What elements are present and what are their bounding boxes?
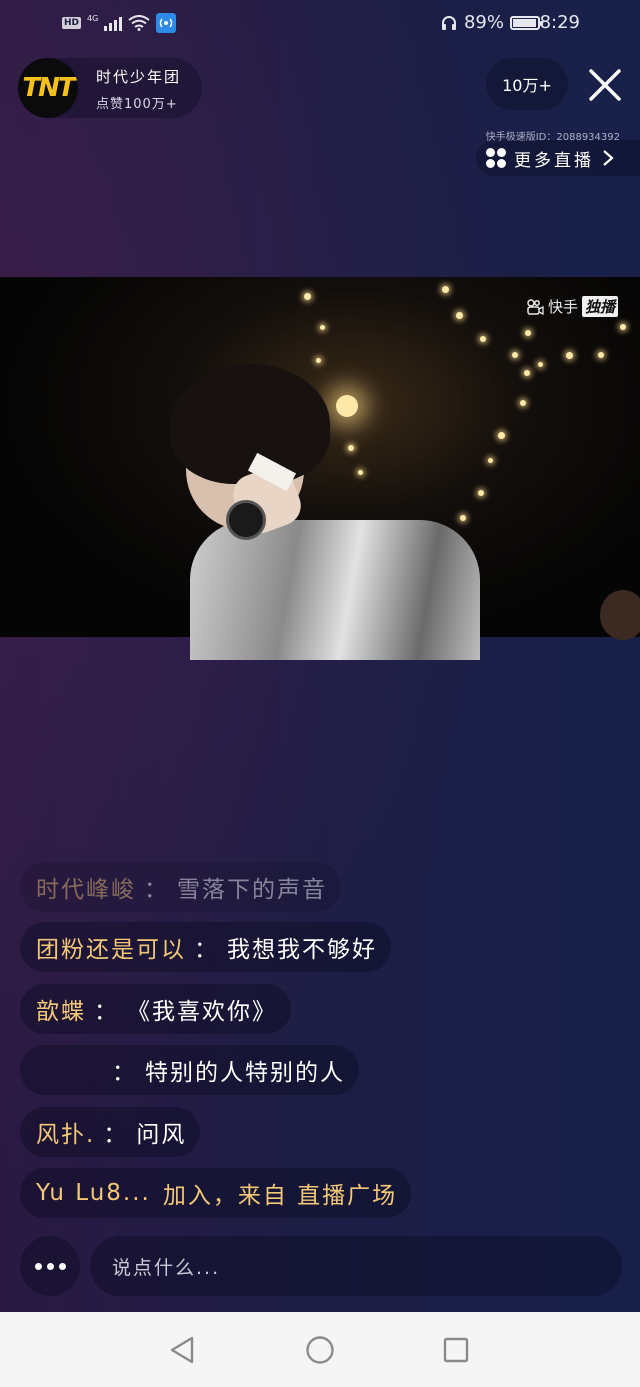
status-right: 89% bbox=[440, 12, 543, 33]
grid-icon bbox=[486, 148, 506, 168]
close-button[interactable] bbox=[584, 64, 626, 106]
comment-text: 特别的人特别的人 bbox=[145, 1060, 345, 1086]
comment-item[interactable]: 歆蝶：《我喜欢你》 bbox=[20, 984, 291, 1034]
battery-icon bbox=[510, 15, 543, 30]
comment-text: 《我喜欢你》 bbox=[127, 999, 277, 1025]
comment-item[interactable]: 时代峰峻：雪落下的声音 bbox=[20, 862, 341, 912]
comment-text: 雪落下的声音 bbox=[177, 877, 327, 903]
likes-count: 点赞100万+ bbox=[96, 97, 178, 112]
comment-username: 时代峰峻 bbox=[36, 877, 136, 903]
home-button[interactable] bbox=[304, 1334, 336, 1366]
status-bar: HD 4G 89% 8:29 bbox=[0, 0, 640, 48]
comment-item[interactable]: 团粉还是可以：我想我不够好 bbox=[20, 922, 391, 972]
chevron-right-icon bbox=[603, 150, 614, 166]
comment-username: 团粉还是可以 bbox=[36, 937, 186, 963]
battery-percent: 89% bbox=[463, 12, 504, 33]
status-left: HD 4G bbox=[62, 13, 177, 33]
more-options-button[interactable] bbox=[20, 1236, 80, 1296]
platform-tag: 独播 bbox=[581, 296, 618, 317]
comment-username: 歆蝶 bbox=[36, 999, 86, 1025]
back-button[interactable] bbox=[166, 1334, 198, 1366]
more-live-label: 更多直播 bbox=[514, 150, 594, 171]
clock: 8:29 bbox=[539, 12, 580, 33]
system-nav-bar bbox=[0, 1312, 640, 1387]
home-circle-icon bbox=[306, 1336, 334, 1364]
wifi-icon bbox=[128, 15, 150, 31]
join-text: 加入，来自 直播广场 bbox=[162, 1183, 398, 1209]
back-triangle-icon bbox=[170, 1336, 194, 1364]
close-icon bbox=[589, 69, 621, 101]
avatar[interactable]: TNT bbox=[18, 58, 78, 118]
comment-item[interactable]: ：特别的人特别的人 bbox=[20, 1045, 359, 1095]
anchor-name[interactable]: 时代少年团 bbox=[96, 66, 181, 87]
network-type: 4G bbox=[87, 13, 99, 23]
dot-icon bbox=[34, 1262, 42, 1270]
avatar-logo-text: TNT bbox=[22, 73, 75, 103]
viewer-count-button[interactable]: 10万+ bbox=[486, 58, 568, 110]
hd-badge: HD bbox=[62, 17, 82, 29]
comment-text: 问风 bbox=[136, 1122, 187, 1148]
comment-text: 我想我不够好 bbox=[227, 937, 377, 963]
signal-icon bbox=[104, 15, 123, 31]
comment-username: Yu Lu8... bbox=[36, 1180, 151, 1206]
platform-name: 快手 bbox=[547, 298, 578, 316]
comment-item[interactable]: 风扑.：问风 bbox=[20, 1107, 201, 1157]
headphones-icon bbox=[441, 15, 456, 30]
dot-icon bbox=[58, 1262, 66, 1270]
comment-input[interactable]: 说点什么... bbox=[90, 1236, 622, 1296]
camera-logo-icon bbox=[527, 298, 544, 315]
comment-item-join[interactable]: Yu Lu8... 加入，来自 直播广场 bbox=[20, 1168, 412, 1218]
comment-username: 风扑. bbox=[36, 1122, 96, 1148]
dot-icon bbox=[46, 1262, 54, 1270]
more-live-button[interactable]: 更多直播 bbox=[476, 140, 640, 176]
live-screen: HD 4G 89% 8:29 TNT 时代少年团 点赞100万+ 10万+ 快手… bbox=[0, 0, 640, 1312]
platform-watermark: 快手 独播 bbox=[526, 296, 618, 317]
recents-button[interactable] bbox=[440, 1334, 472, 1366]
recents-square-icon bbox=[443, 1337, 469, 1363]
hotspot-icon bbox=[156, 13, 177, 33]
